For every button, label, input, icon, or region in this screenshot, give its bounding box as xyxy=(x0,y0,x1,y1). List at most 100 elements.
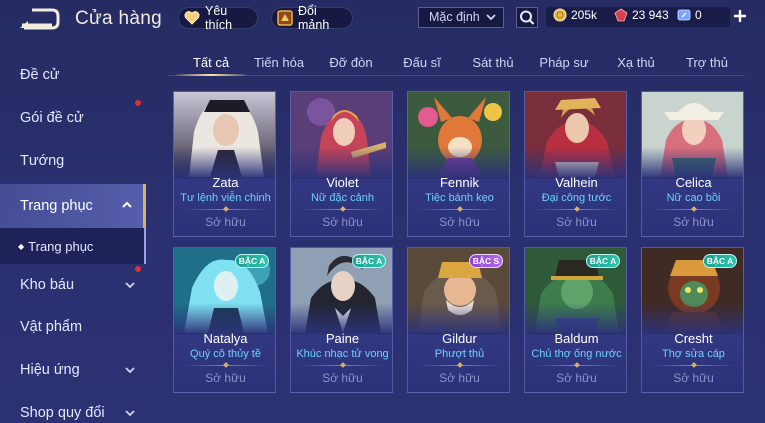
sidebar-item-label: Kho báu xyxy=(20,277,75,293)
chevron-down-icon xyxy=(124,279,136,291)
divider xyxy=(535,365,618,366)
owned-status: Sở hữu xyxy=(205,371,246,385)
skin-name: Khúc nhạc tử vong xyxy=(296,348,389,360)
sidebar-item-label: Tướng xyxy=(20,153,65,169)
chevron-up-icon xyxy=(121,199,133,211)
divider xyxy=(418,209,501,210)
sidebar-subitem-skins[interactable]: ◆ Trang phục xyxy=(0,228,146,264)
active-tab-indicator xyxy=(176,74,246,76)
gem-amount: 23 943 xyxy=(632,8,669,22)
sidebar-item-items[interactable]: Vật phẩm xyxy=(0,306,146,348)
hero-name: Violet xyxy=(326,175,359,190)
owned-status: Sở hữu xyxy=(322,371,363,385)
tab-fighter[interactable]: Đấu sĩ xyxy=(403,55,441,70)
divider xyxy=(418,365,501,366)
gem-balance: 23 943 xyxy=(614,8,669,22)
skin-card-fennik[interactable]: Fennik Tiệc bánh kẹo Sở hữu xyxy=(407,91,510,237)
skin-card-violet[interactable]: Violet Nữ đặc cảnh Sở hữu xyxy=(290,91,393,237)
divider xyxy=(301,209,384,210)
favorites-button[interactable]: Yêu thích xyxy=(178,4,258,32)
sidebar-item-label: Hiệu ứng xyxy=(20,362,80,378)
owned-status: Sở hữu xyxy=(439,371,480,385)
sidebar-item-featured[interactable]: Đề cử xyxy=(0,54,146,96)
skin-name: Tiệc bánh kẹo xyxy=(425,192,494,204)
skin-name: Nữ cao bồi xyxy=(666,192,721,204)
sidebar-item-treasure[interactable]: Kho báu xyxy=(0,264,146,306)
tab-support[interactable]: Trợ thủ xyxy=(686,55,728,70)
sidebar: Đề cử Gói đề cử Tướng Trang phục ◆ Trang… xyxy=(0,52,148,423)
divider xyxy=(301,365,384,366)
tier-badge: BẬC S xyxy=(469,254,503,268)
sort-dropdown[interactable]: Mặc định xyxy=(418,7,504,28)
gold-amount: 205k xyxy=(571,8,598,22)
owned-status: Sở hữu xyxy=(322,215,363,229)
sort-value: Mặc định xyxy=(429,10,480,24)
hero-name: Gildur xyxy=(442,331,477,346)
skin-card-zata[interactable]: Zata Tư lệnh viễn chinh Sở hữu xyxy=(173,91,276,237)
sidebar-item-featured-bundles[interactable]: Gói đề cử xyxy=(0,97,146,139)
fragments-exchange-button[interactable]: Đổi mảnh xyxy=(271,4,353,32)
owned-status: Sở hữu xyxy=(673,371,714,385)
tier-badge: BẬC A xyxy=(235,254,269,268)
sidebar-item-label: Vật phẩm xyxy=(20,319,83,335)
skin-card-natalya[interactable]: BẬC A Natalya Quý cô thủy tề Sở hữu xyxy=(173,247,276,393)
sidebar-item-effects[interactable]: Hiệu ứng xyxy=(0,349,146,391)
hero-name: Natalya xyxy=(203,331,248,346)
skin-name: Tư lệnh viễn chinh xyxy=(180,192,271,204)
heart-icon xyxy=(183,9,201,27)
notification-dot xyxy=(135,100,141,106)
tier-badge: BẬC A xyxy=(586,254,620,268)
sidebar-item-label: Trang phục xyxy=(20,198,93,214)
sidebar-item-label: Shop quy đổi xyxy=(20,405,105,421)
divider xyxy=(535,209,618,210)
divider xyxy=(184,365,267,366)
skin-card-baldum[interactable]: BẬC A Baldum Chủ thợ ống nước Sở hữu xyxy=(524,247,627,393)
skin-card-cresht[interactable]: BẬC A Cresht Thợ sửa cáp Sở hữu xyxy=(641,247,744,393)
skin-name: Đại công tước xyxy=(541,192,612,204)
skin-name: Thợ sửa cáp xyxy=(662,348,725,360)
divider xyxy=(652,365,735,366)
skin-card-paine[interactable]: BẬC A Paine Khúc nhạc tử vong Sở hữu xyxy=(290,247,393,393)
plus-icon[interactable] xyxy=(732,8,748,24)
page-title: Cửa hàng xyxy=(75,8,162,29)
skin-name: Nữ đặc cảnh xyxy=(310,192,374,204)
skin-name: Quý cô thủy tề xyxy=(190,348,261,360)
diamond-bullet-icon: ◆ xyxy=(18,241,25,251)
chevron-down-icon xyxy=(124,407,136,419)
tier-badge: BẬC A xyxy=(352,254,386,268)
search-button[interactable] xyxy=(516,7,538,28)
skin-card-celica[interactable]: Celica Nữ cao bồi Sở hữu xyxy=(641,91,744,237)
tab-evolution[interactable]: Tiến hóa xyxy=(254,55,304,70)
gold-balance: 205k xyxy=(553,8,597,22)
hero-name: Baldum xyxy=(554,331,599,346)
sidebar-item-skins[interactable]: Trang phục xyxy=(0,184,146,228)
voucher-icon xyxy=(677,8,691,22)
tab-assassin[interactable]: Sát thủ xyxy=(472,55,513,70)
sidebar-item-exchange-shop[interactable]: Shop quy đổi xyxy=(0,392,146,423)
sidebar-item-label: Đề cử xyxy=(20,67,60,83)
fragments-label: Đổi mảnh xyxy=(298,4,330,32)
tab-mage[interactable]: Pháp sư xyxy=(539,55,588,70)
hero-name: Zata xyxy=(212,175,239,190)
voucher-balance: 0 xyxy=(677,8,702,22)
owned-status: Sở hữu xyxy=(556,215,597,229)
tab-marksman[interactable]: Xạ thủ xyxy=(617,55,655,70)
sidebar-item-label: Gói đề cử xyxy=(20,110,84,126)
tab-tank[interactable]: Đỡ đòn xyxy=(329,55,372,70)
search-icon xyxy=(520,10,535,25)
back-arrow-icon[interactable] xyxy=(18,8,60,30)
skin-card-gildur[interactable]: BẬC S Gildur Phượt thủ Sở hữu xyxy=(407,247,510,393)
divider xyxy=(184,209,267,210)
sidebar-item-heroes[interactable]: Tướng xyxy=(0,140,146,182)
favorites-label: Yêu thích xyxy=(205,4,233,32)
chevron-down-icon xyxy=(124,364,136,376)
owned-status: Sở hữu xyxy=(205,215,246,229)
hero-name: Paine xyxy=(325,331,360,346)
sidebar-item-label: Trang phục xyxy=(28,238,94,254)
tab-all[interactable]: Tất cả xyxy=(193,55,229,70)
skin-card-valhein[interactable]: Valhein Đại công tước Sở hữu xyxy=(524,91,627,237)
hero-name: Fennik xyxy=(439,175,480,190)
divider xyxy=(652,209,735,210)
tier-badge: BẬC A xyxy=(703,254,737,268)
owned-status: Sở hữu xyxy=(439,215,480,229)
